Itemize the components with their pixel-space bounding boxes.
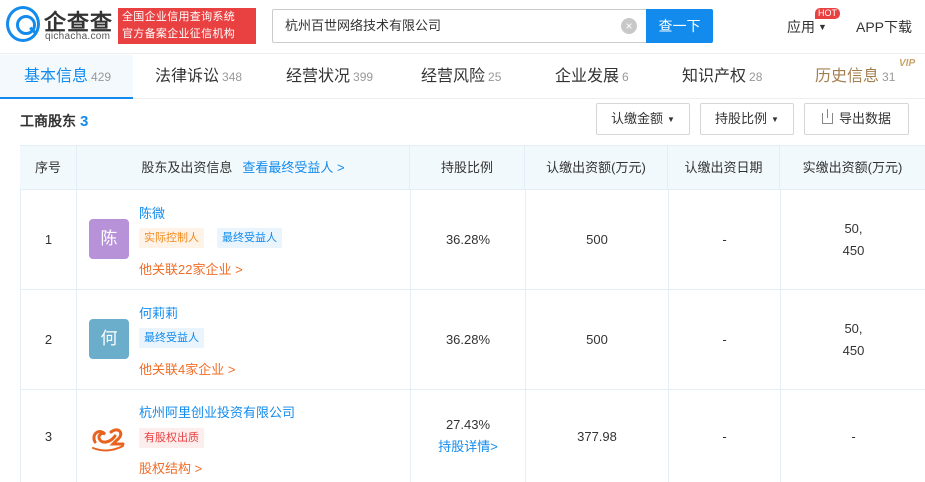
beneficiary-tag: 最终受益人 bbox=[217, 228, 282, 248]
col-date: 认缴出资日期 bbox=[668, 146, 780, 190]
row-index: 3 bbox=[21, 390, 77, 482]
tab-count: 6 bbox=[622, 70, 629, 84]
date-cell: - bbox=[669, 190, 781, 289]
paid-cell: - bbox=[851, 428, 856, 444]
col-ratio: 持股比例 bbox=[410, 146, 525, 190]
section-title-label: 工商股东 bbox=[20, 113, 76, 129]
filter-label: 持股比例 bbox=[715, 111, 768, 126]
download-icon bbox=[821, 109, 833, 124]
export-label: 导出数据 bbox=[838, 111, 891, 126]
section-title: 工商股东 3 bbox=[20, 111, 88, 131]
related-companies-link[interactable]: 他关联22家企业 > bbox=[139, 259, 243, 278]
table-row: 3 杭州阿里创业投资有限公司 有股权出质 股权结构 > 27.43% 持股详情> … bbox=[20, 390, 925, 482]
ratio-cell: 27.43% 持股详情> bbox=[411, 390, 526, 482]
holder-name-link[interactable]: 杭州阿里创业投资有限公司 bbox=[139, 402, 295, 421]
avatar: 陈 bbox=[89, 219, 129, 259]
holder-name-link[interactable]: 陈微 bbox=[139, 203, 165, 222]
tab-label: 法律诉讼 bbox=[155, 68, 220, 85]
subscribed-cell: 500 bbox=[526, 290, 669, 389]
tab-label: 知识产权 bbox=[682, 68, 747, 85]
col-paid: 实缴出资额(万元) bbox=[802, 160, 903, 175]
holder-name-link[interactable]: 何莉莉 bbox=[139, 303, 178, 322]
tab-bar: 基本信息 429 法律诉讼 348 经营状况 399 经营风险 25 企业发展 6 知识产… bbox=[0, 55, 925, 99]
tab-count: 399 bbox=[353, 70, 374, 84]
tab-count: 28 bbox=[749, 70, 763, 84]
paid-cell: 50, 450 bbox=[781, 290, 925, 389]
beneficiary-tag: 最终受益人 bbox=[139, 328, 204, 348]
subscribed-cell: 500 bbox=[526, 190, 669, 289]
table-row: 2 何 何莉莉 最终受益人 他关联4家企业 > 36.28% 500 - 50,… bbox=[20, 290, 925, 390]
holding-detail-link[interactable]: 持股详情> bbox=[438, 436, 498, 458]
col-holder: 股东及出资信息 查看最终受益人 > bbox=[77, 146, 410, 190]
chevron-down-icon: ▼ bbox=[667, 115, 675, 124]
date-cell: - bbox=[669, 390, 781, 482]
related-companies-link[interactable]: 他关联4家企业 > bbox=[139, 359, 235, 378]
tab-label: 历史信息 bbox=[815, 68, 880, 85]
tab-count: 429 bbox=[91, 70, 112, 84]
subscribed-cell: 377.98 bbox=[526, 390, 669, 482]
apps-label: 应用 bbox=[787, 19, 815, 35]
table-row: 1 陈 陈微 实际控制人 最终受益人 他关联22家企业 > 36.28% 500… bbox=[20, 190, 925, 290]
tab-operations[interactable]: 经营状况 399 bbox=[286, 55, 373, 99]
ratio-filter-button[interactable]: 持股比例 ▼ bbox=[700, 103, 794, 135]
row-index: 2 bbox=[21, 290, 77, 389]
col-holder-label: 股东及出资信息 bbox=[141, 160, 233, 175]
chevron-down-icon: ▼ bbox=[771, 115, 779, 124]
paid-line-1: 50, bbox=[844, 220, 863, 236]
row-index: 1 bbox=[21, 190, 77, 289]
filter-label: 认缴金额 bbox=[611, 111, 664, 126]
tab-ip[interactable]: 知识产权 28 bbox=[682, 55, 762, 99]
search-button[interactable]: 查一下 bbox=[646, 9, 713, 43]
tab-label: 经营风险 bbox=[421, 68, 486, 85]
tab-development[interactable]: 企业发展 6 bbox=[555, 55, 629, 99]
tab-risk[interactable]: 经营风险 25 bbox=[421, 55, 501, 99]
ratio-cell: 36.28% bbox=[411, 190, 526, 289]
tab-count: 25 bbox=[488, 70, 502, 84]
top-bar: 企查查 qichacha.com 全国企业信用查询系统 官方备案企业征信机构 杭… bbox=[0, 0, 925, 54]
col-index: 序号 bbox=[20, 146, 77, 190]
actual-controller-tag: 实际控制人 bbox=[139, 228, 204, 248]
tab-history[interactable]: 历史信息 31 bbox=[815, 55, 895, 99]
beneficiary-link[interactable]: 查看最终受益人 > bbox=[242, 160, 344, 175]
alibaba-logo-icon bbox=[92, 428, 125, 452]
paid-line-2: 450 bbox=[842, 242, 865, 258]
vip-badge: VIP bbox=[899, 58, 916, 69]
hot-badge: HOT bbox=[815, 8, 840, 19]
clear-icon[interactable]: × bbox=[621, 18, 637, 34]
logo-domain: qichacha.com bbox=[45, 31, 111, 42]
avatar: 何 bbox=[89, 319, 129, 359]
ratio-value: 27.43% bbox=[445, 417, 491, 432]
slogan-badge: 全国企业信用查询系统 官方备案企业征信机构 bbox=[118, 8, 256, 44]
export-button[interactable]: 导出数据 bbox=[804, 103, 909, 135]
apps-menu[interactable]: 应用 ▼ bbox=[787, 17, 827, 37]
slogan-line-1: 全国企业信用查询系统 bbox=[122, 11, 235, 23]
tab-count: 31 bbox=[882, 70, 896, 84]
paid-line-2: 450 bbox=[842, 342, 865, 358]
tab-count: 348 bbox=[222, 70, 243, 84]
paid-line-1: 50, bbox=[844, 320, 863, 336]
equity-pledge-tag: 有股权出质 bbox=[139, 428, 204, 448]
date-cell: - bbox=[669, 290, 781, 389]
table-header: 序号 股东及出资信息 查看最终受益人 > 持股比例 认缴出资额(万元) 认缴出资日… bbox=[20, 145, 925, 190]
tab-label: 企业发展 bbox=[555, 68, 620, 85]
tab-label: 基本信息 bbox=[24, 68, 89, 85]
tab-basic-info[interactable]: 基本信息 429 bbox=[0, 55, 133, 99]
app-download-link[interactable]: APP下载 bbox=[856, 17, 912, 37]
chevron-down-icon: ▼ bbox=[818, 22, 827, 32]
section-count: 3 bbox=[80, 113, 89, 130]
logo-icon[interactable] bbox=[6, 6, 40, 42]
paid-cell: 50, 450 bbox=[781, 190, 925, 289]
slogan-line-2: 官方备案企业征信机构 bbox=[122, 28, 235, 40]
col-subscribed: 认缴出资额(万元) bbox=[525, 146, 668, 190]
ratio-cell: 36.28% bbox=[411, 290, 526, 389]
amount-filter-button[interactable]: 认缴金额 ▼ bbox=[596, 103, 690, 135]
equity-structure-link[interactable]: 股权结构 > bbox=[139, 458, 202, 477]
tab-label: 经营状况 bbox=[286, 68, 351, 85]
search-input[interactable]: 杭州百世网络技术有限公司 bbox=[272, 9, 646, 43]
tab-legal[interactable]: 法律诉讼 348 bbox=[155, 55, 242, 99]
